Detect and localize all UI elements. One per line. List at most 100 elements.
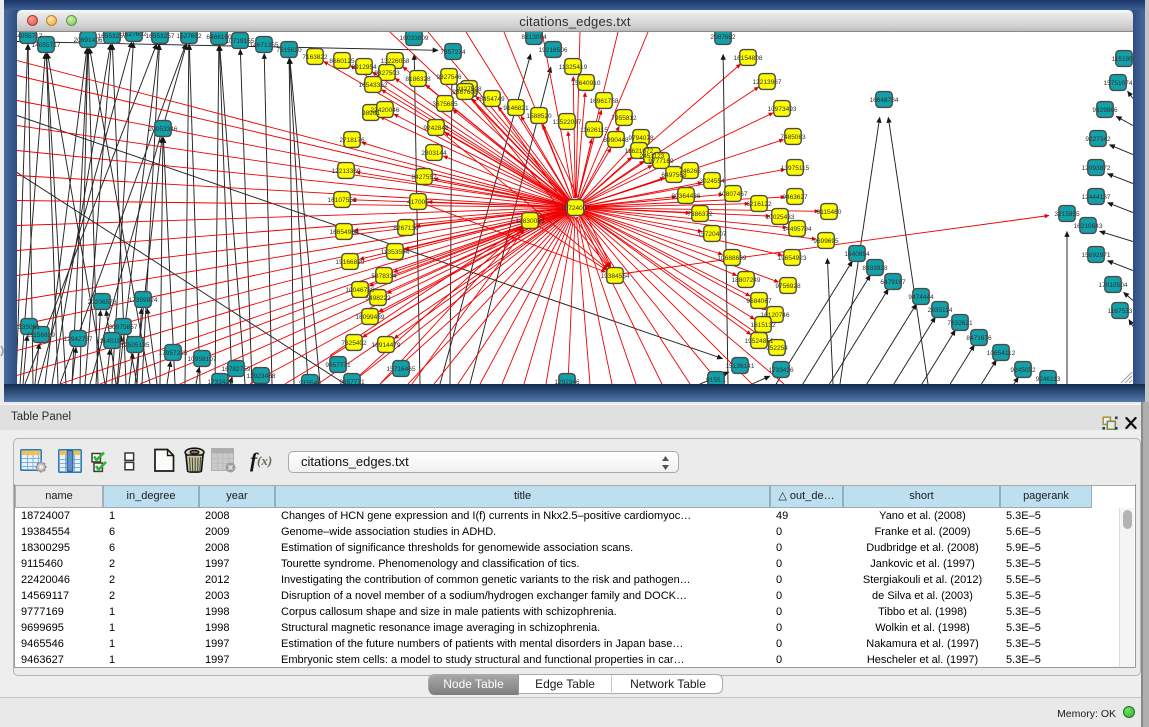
svg-text:8186328: 8186328 (405, 76, 431, 83)
svg-text:9777169: 9777169 (648, 158, 674, 165)
svg-text:7163822: 7163822 (302, 54, 328, 61)
svg-text:2867608: 2867608 (452, 89, 478, 96)
svg-text:9657771: 9657771 (325, 362, 351, 369)
svg-text:19218506: 19218506 (539, 47, 568, 54)
svg-text:16654965: 16654965 (330, 229, 359, 236)
svg-text:9657771: 9657771 (339, 379, 365, 384)
svg-text:2087682: 2087682 (710, 34, 736, 41)
svg-text:335061: 335061 (18, 324, 40, 331)
svg-text:11353594: 11353594 (381, 249, 410, 256)
svg-text:22420046: 22420046 (371, 107, 400, 114)
svg-text:9115460: 9115460 (817, 209, 842, 216)
svg-text:10046788: 10046788 (346, 287, 375, 294)
svg-text:9474444: 9474444 (908, 294, 934, 301)
svg-text:9699695: 9699695 (813, 238, 839, 245)
svg-text:1151954: 1151954 (1112, 56, 1133, 63)
svg-text:12444137: 12444137 (1082, 194, 1111, 201)
svg-text:19384554: 19384554 (601, 273, 630, 280)
svg-text:2718176: 2718176 (339, 137, 365, 144)
svg-text:9155...: 9155... (706, 377, 726, 384)
svg-text:13522037: 13522037 (553, 119, 582, 126)
svg-text:18724007: 18724007 (561, 205, 590, 212)
svg-text:252254: 252254 (766, 345, 788, 352)
svg-text:12923468: 12923468 (247, 373, 276, 380)
svg-text:8990448: 8990448 (603, 137, 629, 144)
svg-text:3215955: 3215955 (1054, 211, 1080, 218)
svg-text:20053346: 20053346 (149, 126, 178, 133)
svg-text:8933928: 8933928 (862, 265, 888, 272)
svg-text:7515520: 7515520 (276, 47, 302, 54)
svg-text:17010504: 17010504 (1099, 282, 1128, 289)
svg-text:7857274: 7857274 (440, 49, 466, 56)
svg-text:20206576: 20206576 (88, 299, 117, 306)
svg-text:9227342: 9227342 (1085, 136, 1111, 143)
svg-text:15720407: 15720407 (698, 231, 727, 238)
svg-text:12213389: 12213389 (332, 168, 361, 175)
svg-text:2935114: 2935114 (928, 307, 953, 314)
svg-text:3675685: 3675685 (432, 101, 458, 108)
svg-text:10973493: 10973493 (768, 106, 797, 113)
svg-text:8912954: 8912954 (351, 64, 377, 71)
svg-text:16961758: 16961758 (590, 98, 619, 105)
svg-text:10025433: 10025433 (766, 214, 795, 221)
svg-text:16553257: 16553257 (146, 33, 175, 40)
svg-text:9329966: 9329966 (1092, 107, 1118, 114)
svg-text:8267130: 8267130 (393, 225, 419, 232)
svg-text:15692971: 15692971 (1082, 252, 1111, 259)
svg-text:9463627: 9463627 (782, 194, 808, 201)
svg-text:9246113: 9246113 (1036, 376, 1061, 383)
svg-text:18807249: 18807249 (732, 277, 761, 284)
svg-text:16648784: 16648784 (870, 97, 899, 104)
svg-text:16099489: 16099489 (356, 314, 385, 321)
svg-text:15136141: 15136141 (726, 363, 755, 370)
svg-text:7386372: 7386372 (687, 211, 713, 218)
svg-text:16914479: 16914479 (372, 342, 401, 349)
svg-text:15640910: 15640910 (572, 80, 601, 87)
svg-text:1527602: 1527602 (176, 33, 202, 40)
svg-text:11626115: 11626115 (580, 127, 608, 134)
svg-text:9756928: 9756928 (775, 283, 801, 290)
svg-text:1733426: 1733426 (768, 367, 794, 374)
svg-text:19166829: 19166829 (336, 259, 365, 266)
svg-text:12093872: 12093872 (1082, 165, 1111, 172)
svg-text:12830023: 12830023 (516, 218, 545, 225)
svg-text:14495794: 14495794 (783, 226, 812, 233)
svg-text:16107552: 16107552 (328, 197, 357, 204)
svg-text:12213967: 12213967 (753, 79, 782, 86)
svg-text:1588520: 1588520 (526, 113, 552, 120)
svg-text:8427552: 8427552 (411, 174, 437, 181)
svg-text:16543362: 16543362 (359, 82, 388, 89)
svg-text:15751074: 15751074 (1104, 80, 1133, 87)
svg-text:746266: 746266 (679, 168, 701, 175)
svg-text:9242848: 9242848 (423, 125, 449, 132)
svg-text:12942737: 12942737 (64, 336, 93, 343)
svg-text:9327503: 9327503 (374, 70, 400, 77)
svg-text:9146821: 9146821 (503, 105, 529, 112)
svg-text:14055717: 14055717 (17, 33, 43, 40)
svg-text:9245052: 9245052 (1010, 367, 1036, 374)
svg-text:11325419: 11325419 (559, 64, 588, 71)
svg-text:7625402: 7625402 (341, 340, 367, 347)
svg-text:1640954: 1640954 (844, 251, 870, 258)
svg-text:915546: 915546 (299, 380, 321, 384)
svg-text:10807467: 10807467 (719, 191, 748, 198)
svg-text:8454749: 8454749 (479, 96, 505, 103)
svg-text:17359924: 17359924 (129, 297, 158, 304)
svg-text:16782759: 16782759 (222, 366, 251, 373)
svg-text:9327546: 9327546 (436, 74, 462, 81)
svg-text:19654923: 19654923 (778, 255, 807, 262)
svg-text:10958107: 10958107 (188, 356, 217, 363)
svg-text:8471676: 8471676 (966, 335, 992, 342)
svg-text:13975115: 13975115 (781, 165, 810, 172)
svg-text:16120746: 16120746 (761, 312, 790, 319)
svg-text:8813054: 8813054 (521, 34, 547, 41)
svg-text:1292346: 1292346 (554, 379, 580, 384)
svg-text:1167533: 1167533 (1108, 308, 1133, 315)
svg-text:417006: 417006 (407, 199, 429, 206)
svg-text:10654112: 10654112 (987, 350, 1016, 357)
svg-text:20364436: 20364436 (672, 193, 701, 200)
svg-text:7955812: 7955812 (611, 115, 637, 122)
svg-text:3024554: 3024554 (699, 178, 725, 185)
svg-text:30975857: 30975857 (109, 324, 138, 331)
svg-text:15716465: 15716465 (387, 366, 416, 373)
